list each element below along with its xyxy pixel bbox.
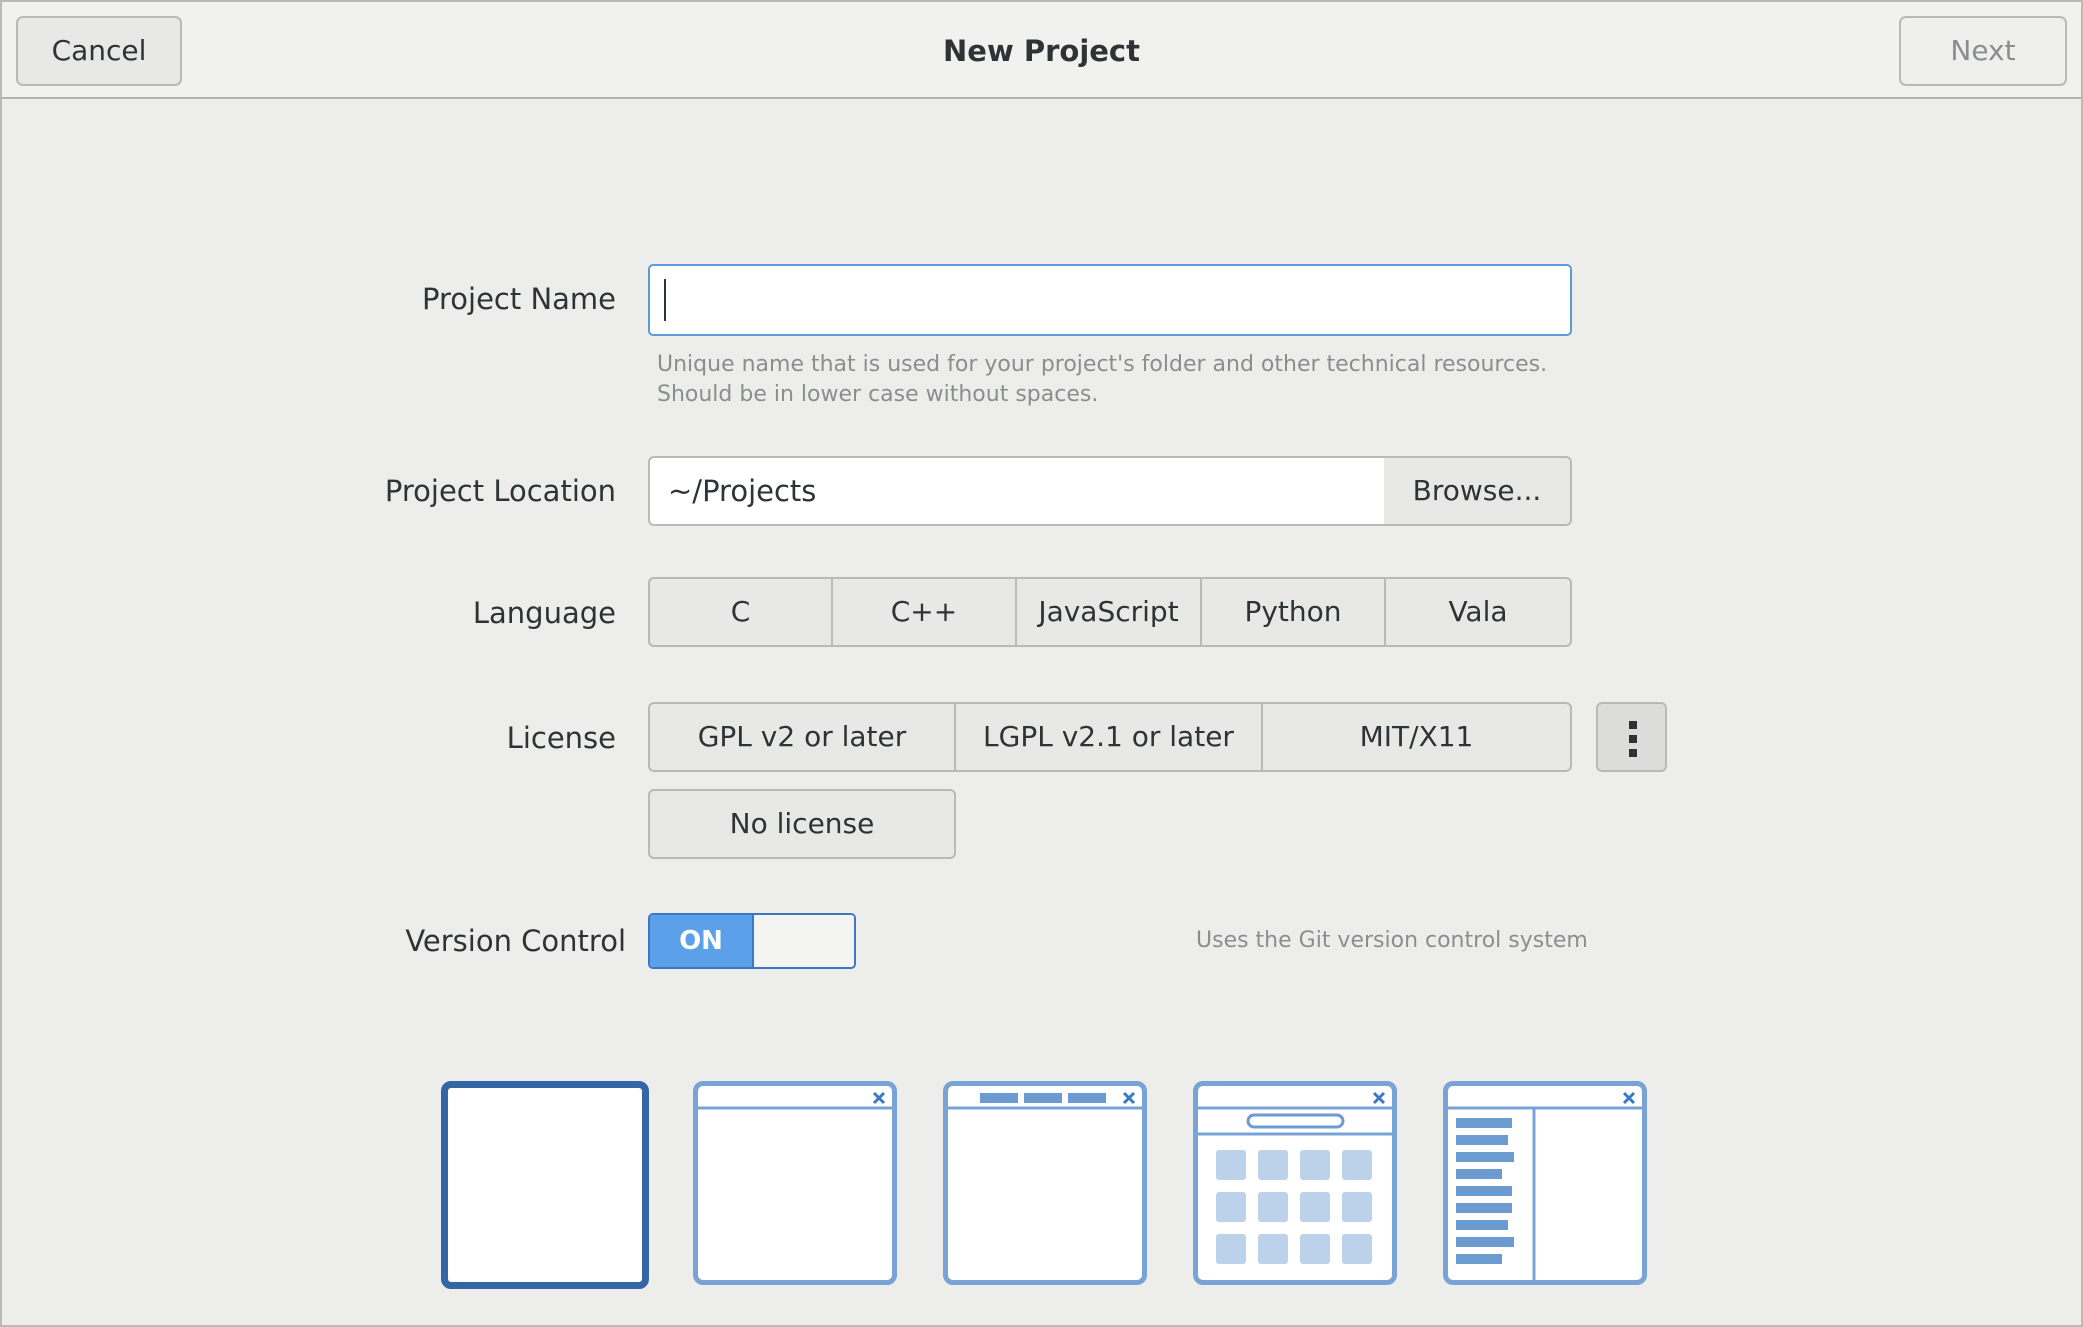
version-control-label: Version Control: [405, 924, 626, 958]
application-with-grid-icon: [1198, 1091, 1392, 1264]
template-gtk-application[interactable]: [693, 1081, 897, 1285]
browse-button[interactable]: Browse...: [1384, 456, 1572, 526]
header-bar: Cancel New Project Next: [2, 2, 2081, 99]
next-button[interactable]: Next: [1899, 16, 2067, 86]
text-caret: [664, 279, 666, 321]
language-option-python[interactable]: Python: [1202, 577, 1386, 647]
project-name-label: Project Name: [422, 282, 616, 316]
vertical-ellipsis-icon: [1629, 721, 1637, 729]
dialog-title: New Project: [943, 34, 1140, 68]
switch-on-label: ON: [650, 915, 752, 967]
version-control-switch[interactable]: ON: [648, 913, 856, 969]
license-option-lgpl[interactable]: LGPL v2.1 or later: [956, 702, 1263, 772]
template-application-with-grid[interactable]: [1193, 1081, 1397, 1285]
language-option-c[interactable]: C: [648, 577, 833, 647]
template-empty-project[interactable]: [441, 1081, 649, 1289]
license-option-gpl[interactable]: GPL v2 or later: [648, 702, 956, 772]
project-location-label: Project Location: [384, 474, 616, 508]
new-project-dialog: Cancel New Project Next Project Name Uni…: [0, 0, 2083, 1327]
language-option-javascript[interactable]: JavaScript: [1017, 577, 1202, 647]
version-control-description: Uses the Git version control system: [1196, 928, 1588, 953]
application-with-tabs-icon: [948, 1091, 1142, 1110]
template-application-with-sidebar[interactable]: [1443, 1081, 1647, 1285]
project-location-input[interactable]: ~/Projects: [648, 456, 1386, 526]
project-name-hint-line1: Unique name that is used for your projec…: [657, 352, 1548, 377]
license-label: License: [506, 721, 616, 755]
vertical-ellipsis-icon-dot: [1629, 749, 1637, 757]
project-name-hint-line2: Should be in lower case without spaces.: [657, 382, 1099, 407]
language-option-vala[interactable]: Vala: [1386, 577, 1572, 647]
vertical-ellipsis-icon-dot: [1629, 735, 1637, 743]
language-option-cpp[interactable]: C++: [833, 577, 1017, 647]
switch-slider[interactable]: [752, 915, 854, 967]
template-application-with-tabs[interactable]: [943, 1081, 1147, 1285]
gtk-application-icon: [698, 1091, 892, 1110]
license-more-button[interactable]: [1596, 702, 1667, 772]
language-label: Language: [472, 596, 616, 630]
project-name-input[interactable]: [648, 264, 1572, 336]
license-option-mit[interactable]: MIT/X11: [1263, 702, 1572, 772]
no-license-button[interactable]: No license: [648, 789, 956, 859]
project-location-value: ~/Projects: [668, 474, 817, 508]
application-with-sidebar-icon: [1448, 1091, 1642, 1280]
